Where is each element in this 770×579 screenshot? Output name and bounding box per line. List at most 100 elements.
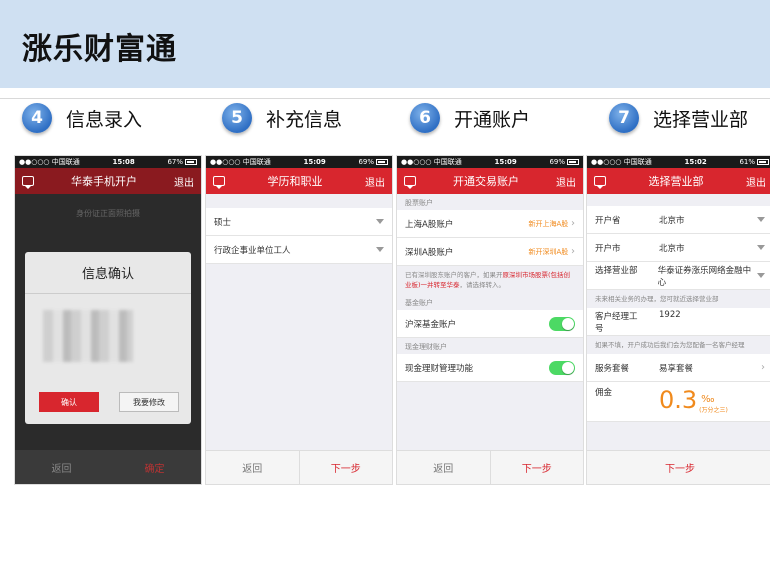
chat-icon[interactable] xyxy=(213,176,225,189)
step-5: 5 补充信息 xyxy=(222,102,342,134)
commission-row: 佣金 0.3 ‰ (万分之三) xyxy=(587,382,770,422)
chat-icon[interactable] xyxy=(594,176,606,189)
sz-account-row[interactable]: 深圳A股账户 新开深圳A股 › xyxy=(397,238,583,266)
bottom-bar: 返回 确定 xyxy=(15,450,201,484)
modify-button[interactable]: 我要修改 xyxy=(119,392,179,412)
phone-open-account: ●●○○○ 中国联通 15:09 69% 开通交易账户 退出 股票账户 上海A股… xyxy=(396,155,584,485)
caret-down-icon xyxy=(376,247,384,252)
section-cash: 现金理财账户 xyxy=(405,343,447,351)
nav-title: 开通交易账户 xyxy=(453,175,519,188)
next-button[interactable]: 下一步 xyxy=(300,451,393,484)
exit-button[interactable]: 退出 xyxy=(746,174,766,189)
confirm-button[interactable]: 确认 xyxy=(39,392,99,412)
battery-icon xyxy=(376,159,388,165)
phone-info-entry: ●●○○○ 中国联通 15:08 67% 华泰手机开户 退出 身份证正面照拍摄 … xyxy=(14,155,202,485)
step-number: 7 xyxy=(609,103,639,133)
occupation-value: 行政企事业单位工人 xyxy=(214,245,291,256)
nav-title: 选择营业部 xyxy=(648,175,704,188)
package-field: 服务套餐 易享套餐 xyxy=(595,363,694,374)
fund-account-toggle[interactable] xyxy=(549,316,575,331)
fund-account-row: 沪深基金账户 xyxy=(397,310,583,338)
province-field: 开户省 北京市 xyxy=(595,215,685,226)
nav-bar: 学历和职业 退出 xyxy=(206,168,392,194)
cash-management-toggle[interactable] xyxy=(549,360,575,375)
chat-icon[interactable] xyxy=(22,176,34,189)
divider xyxy=(0,98,770,99)
battery-icon xyxy=(185,159,197,165)
education-select[interactable]: 硕士 xyxy=(206,208,392,236)
confirm-dialog: 信息确认 确认 我要修改 xyxy=(25,252,191,424)
step-label: 信息录入 xyxy=(66,108,143,131)
battery-icon xyxy=(757,159,769,165)
commission-value: 0.3 xyxy=(659,386,698,414)
carrier: ●●○○○ 中国联通 xyxy=(210,158,271,166)
exit-button[interactable]: 退出 xyxy=(556,174,576,189)
blurred-info xyxy=(43,310,133,362)
branch-select[interactable]: 选择营业部 华泰证券涨乐网络金融中心 xyxy=(587,262,770,290)
nav-title: 华泰手机开户 xyxy=(71,175,137,188)
chat-icon[interactable] xyxy=(404,176,416,189)
chevron-right-icon: › xyxy=(761,362,765,373)
battery-status: 61% xyxy=(739,158,769,166)
sh-account-row[interactable]: 上海A股账户 新开上海A股 › xyxy=(397,210,583,238)
city-select[interactable]: 开户市 北京市 xyxy=(587,234,770,262)
page-title: 涨乐财富通 xyxy=(22,32,177,67)
cash-management-row: 现金理财管理功能 xyxy=(397,354,583,382)
fund-account-label: 沪深基金账户 xyxy=(405,319,457,330)
exit-button[interactable]: 退出 xyxy=(174,174,194,189)
bottom-bar: 下一步 xyxy=(587,450,770,484)
package-select[interactable]: 服务套餐 易享套餐 › xyxy=(587,354,770,382)
back-button[interactable]: 返回 xyxy=(397,451,491,484)
carrier: ●●○○○ 中国联通 xyxy=(19,158,80,166)
step-4: 4 信息录入 xyxy=(22,102,142,134)
status-bar: ●●○○○ 中国联通 15:08 67% xyxy=(15,156,201,168)
nav-bar: 华泰手机开户 退出 xyxy=(15,168,201,194)
phone-supplement-info: ●●○○○ 中国联通 15:09 69% 学历和职业 退出 硕士 行政企事业单位… xyxy=(205,155,393,485)
chevron-right-icon: › xyxy=(571,246,575,257)
step-number: 5 xyxy=(222,103,252,133)
battery-status: 69% xyxy=(549,158,579,166)
commission-unit: ‰ xyxy=(701,394,715,405)
education-value: 硕士 xyxy=(214,217,232,228)
sh-account-action: 新开上海A股 › xyxy=(528,218,576,229)
caret-down-icon xyxy=(757,245,765,250)
branch-field: 选择营业部 华泰证券涨乐网络金融中心 xyxy=(595,265,752,288)
status-time: 15:08 xyxy=(112,158,135,166)
manager-id-input[interactable]: 客户经理工号 1922 xyxy=(587,308,770,336)
status-time: 15:09 xyxy=(303,158,326,166)
status-bar: ●●○○○ 中国联通 15:09 69% xyxy=(397,156,583,168)
exit-button[interactable]: 退出 xyxy=(365,174,385,189)
occupation-select[interactable]: 行政企事业单位工人 xyxy=(206,236,392,264)
section-stock: 股票账户 xyxy=(405,199,433,207)
back-button[interactable]: 返回 xyxy=(15,450,108,484)
bottom-bar: 返回 下一步 xyxy=(397,450,583,484)
sz-account-label: 深圳A股账户 xyxy=(405,247,454,258)
status-bar: ●●○○○ 中国联通 15:09 69% xyxy=(206,156,392,168)
commission-display: 0.3 ‰ (万分之三) xyxy=(659,386,765,414)
phone-choose-branch: ●●○○○ 中国联通 15:02 61% 选择营业部 退出 开户省 北京市 开户市… xyxy=(586,155,770,485)
step-label: 开通账户 xyxy=(454,108,531,131)
province-select[interactable]: 开户省 北京市 xyxy=(587,206,770,234)
transfer-note: 已有深圳股东账户的客户，如果开原深圳市场股票(包括创业板)一并转至华泰，请选择转… xyxy=(405,271,571,289)
branch-note: 未来相关业务的办理，您可就近选择营业部 xyxy=(595,295,719,303)
chevron-right-icon: › xyxy=(571,218,575,229)
step-number: 4 xyxy=(22,103,52,133)
ok-button[interactable]: 确定 xyxy=(108,450,201,484)
back-button[interactable]: 返回 xyxy=(206,451,300,484)
caret-down-icon xyxy=(757,217,765,222)
status-time: 15:09 xyxy=(494,158,517,166)
battery-status: 69% xyxy=(358,158,388,166)
next-button[interactable]: 下一步 xyxy=(587,451,770,484)
dialog-title: 信息确认 xyxy=(25,252,191,294)
carrier: ●●○○○ 中国联通 xyxy=(401,158,462,166)
carrier: ●●○○○ 中国联通 xyxy=(591,158,652,166)
step-number: 6 xyxy=(410,103,440,133)
status-bar: ●●○○○ 中国联通 15:02 61% xyxy=(587,156,770,168)
section-fund: 基金账户 xyxy=(405,299,433,307)
step-label: 选择营业部 xyxy=(653,108,749,131)
dialog-buttons: 确认 我要修改 xyxy=(39,392,179,412)
manager-field: 客户经理工号 1922 xyxy=(595,309,681,334)
city-field: 开户市 北京市 xyxy=(595,243,685,254)
next-button[interactable]: 下一步 xyxy=(491,451,584,484)
step-7: 7 选择营业部 xyxy=(609,102,748,134)
